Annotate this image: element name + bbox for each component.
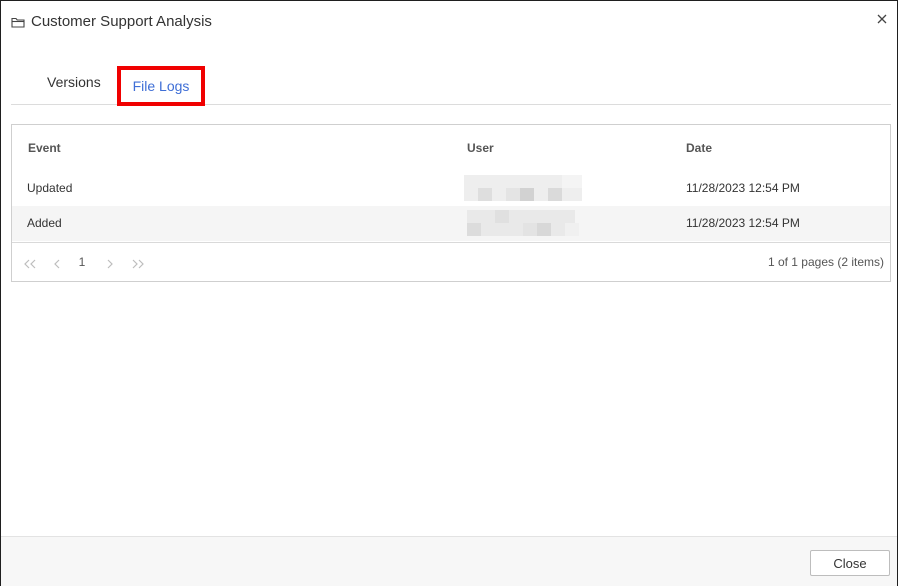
pager: 1 1 of 1 pages (2 items) [12, 242, 890, 282]
tab-file-logs[interactable]: File Logs [117, 66, 205, 106]
cell-date: 11/28/2023 12:54 PM [686, 181, 800, 195]
dialog-header: Customer Support Analysis [1, 1, 897, 45]
cell-event: Added [27, 216, 62, 230]
column-header-event[interactable]: Event [28, 125, 61, 171]
cell-date: 11/28/2023 12:54 PM [686, 216, 800, 230]
page-number[interactable]: 1 [75, 243, 89, 282]
dialog-title: Customer Support Analysis [31, 13, 212, 30]
chevron-right-icon[interactable] [103, 243, 117, 282]
column-header-date[interactable]: Date [686, 125, 712, 171]
double-chevron-right-icon[interactable] [130, 243, 146, 282]
file-logs-grid: Event User Date Updated 11/28/2023 12:54… [11, 124, 891, 282]
table-row[interactable]: Added 11/28/2023 12:54 PM [12, 206, 890, 241]
close-button[interactable]: Close [810, 550, 890, 576]
dialog-footer: Close [1, 536, 897, 586]
chevron-left-icon[interactable] [50, 243, 64, 282]
dialog: Customer Support Analysis Versions File … [0, 0, 898, 586]
tab-bar: Versions File Logs [11, 61, 891, 106]
folder-icon [11, 15, 25, 28]
cell-event: Updated [27, 181, 73, 195]
grid-header: Event User Date [12, 125, 890, 172]
pager-info: 1 of 1 pages (2 items) [767, 255, 884, 269]
close-icon[interactable] [875, 12, 889, 26]
table-row[interactable]: Updated 11/28/2023 12:54 PM [12, 171, 890, 206]
tab-versions[interactable]: Versions [47, 61, 101, 103]
column-header-user[interactable]: User [467, 125, 494, 171]
double-chevron-left-icon[interactable] [22, 243, 38, 282]
